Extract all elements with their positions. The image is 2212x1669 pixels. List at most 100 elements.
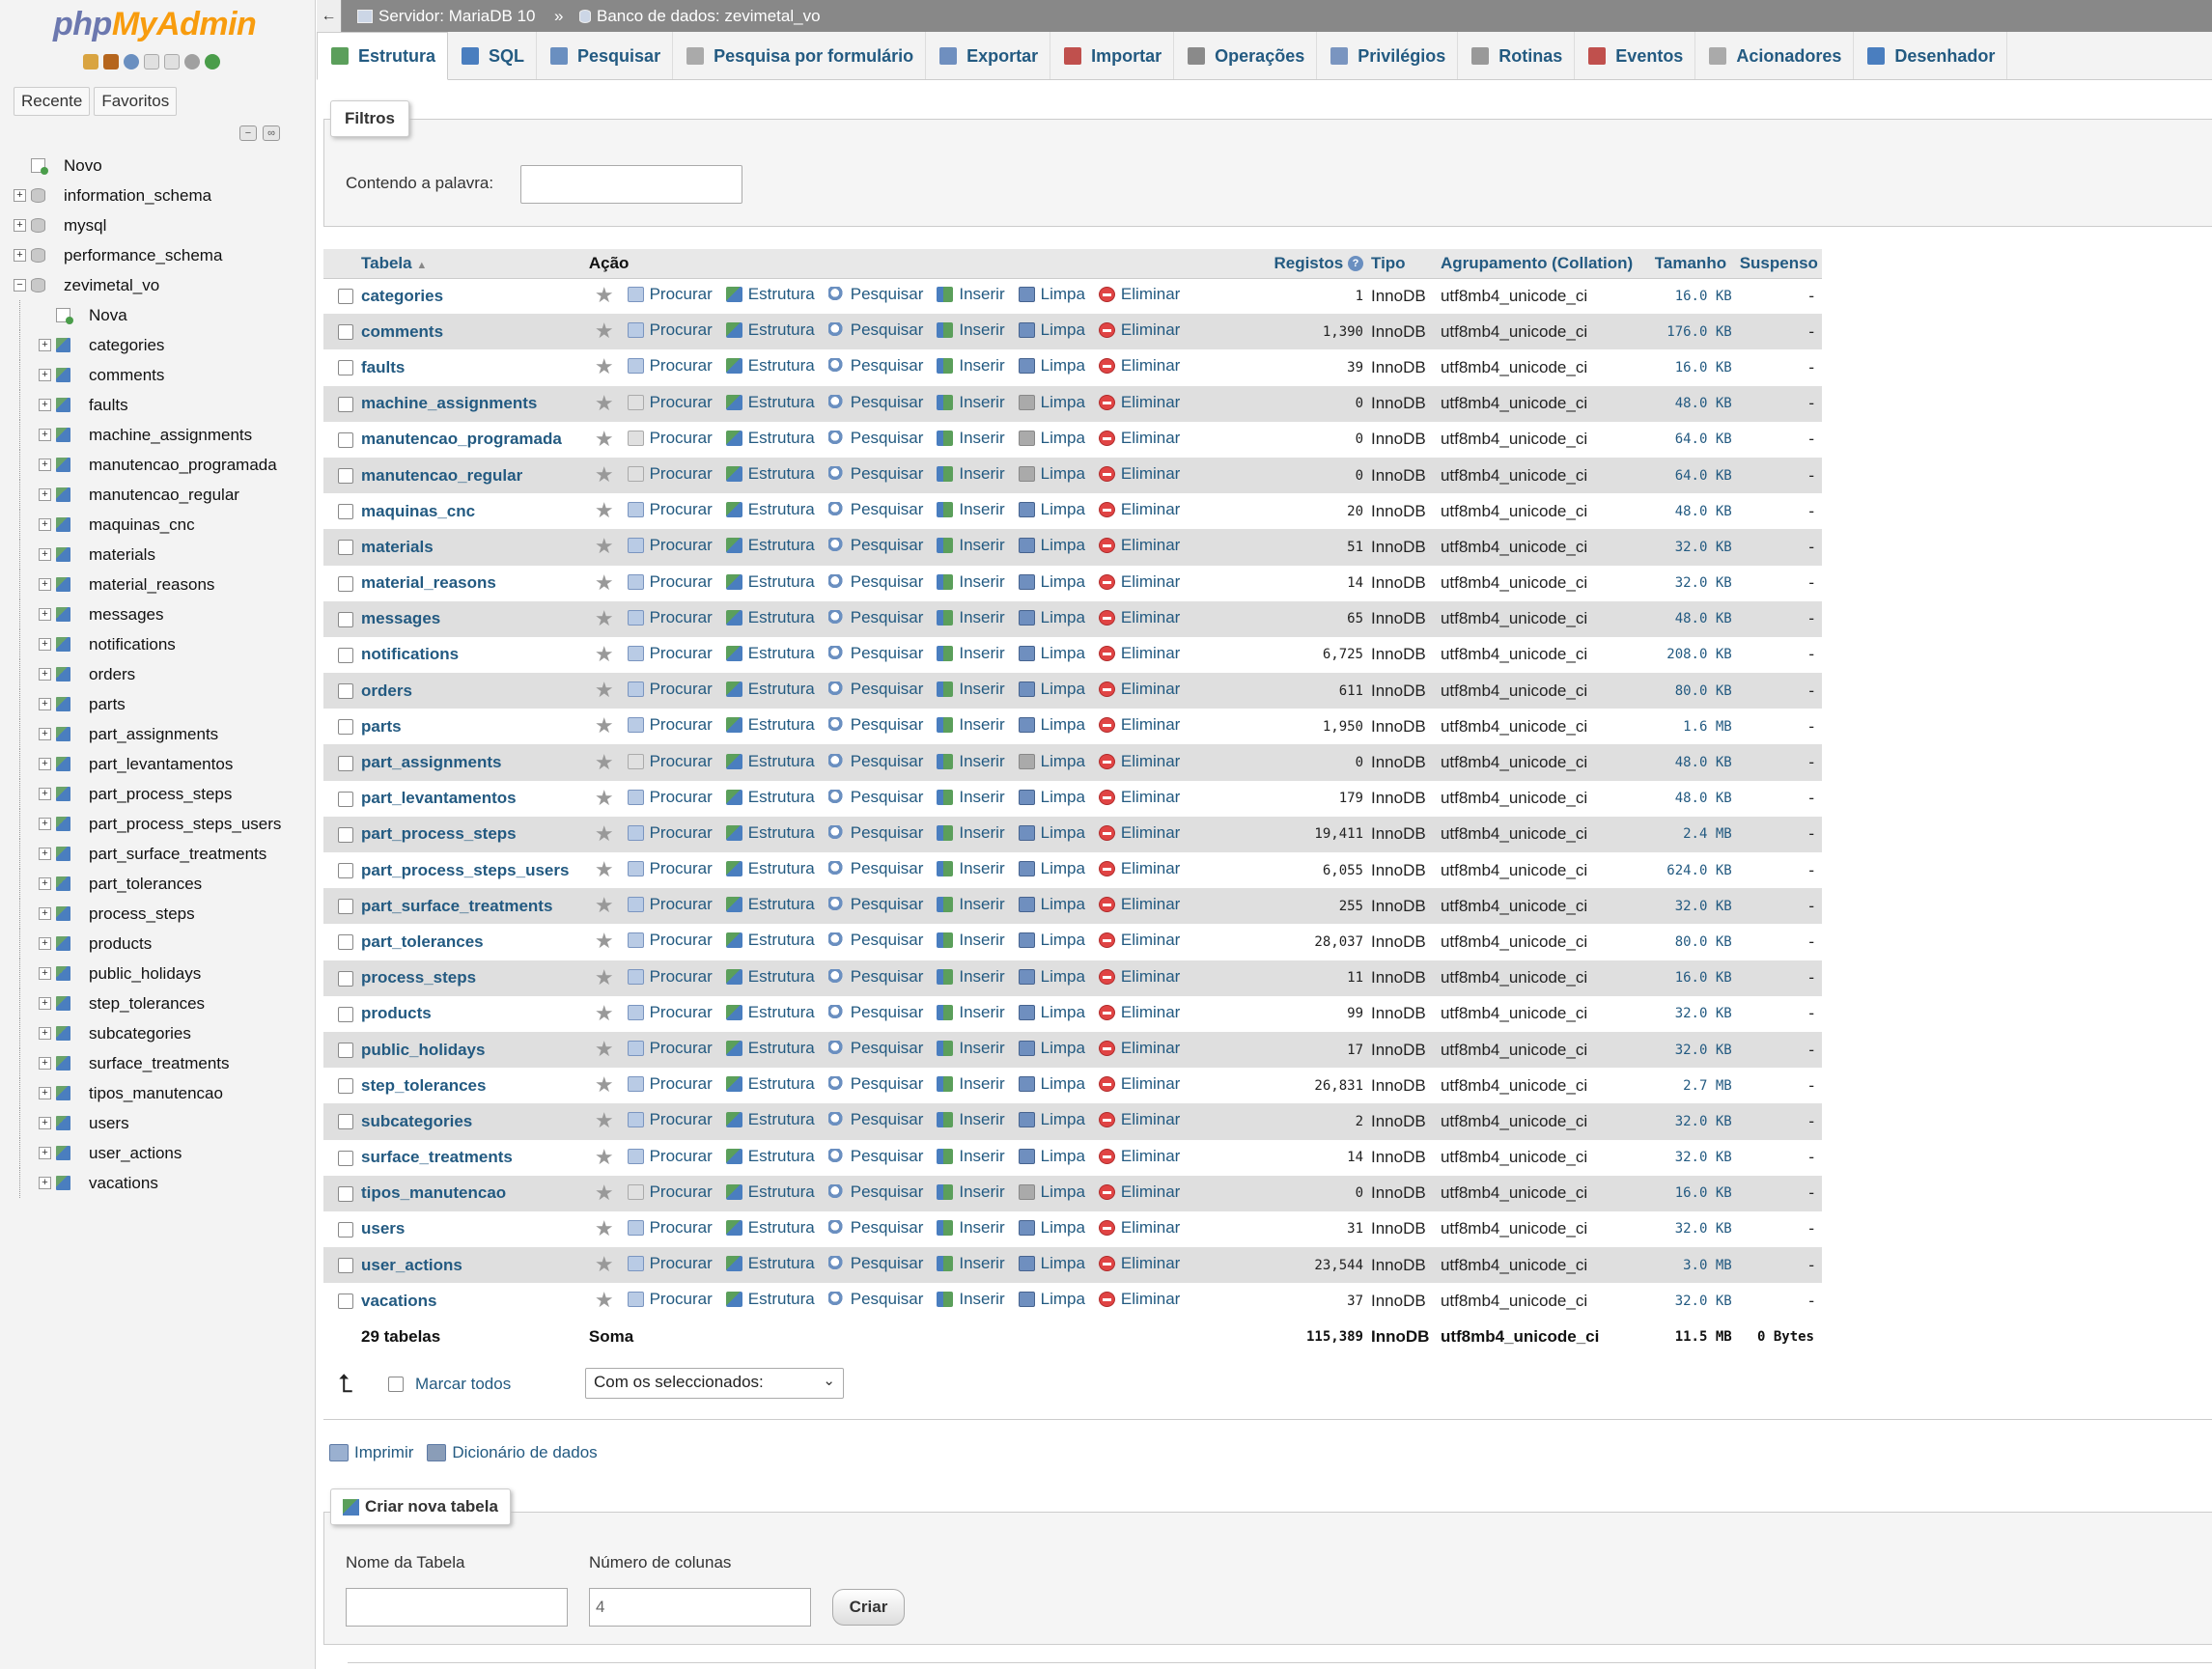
favorite-star[interactable]: ★ [595, 285, 614, 306]
table-size-link[interactable]: 176.0 KB [1666, 324, 1731, 340]
expand-icon[interactable]: + [39, 668, 51, 681]
tree-item[interactable]: + manutencao_programada [0, 450, 315, 480]
search-link[interactable]: Pesquisar [827, 500, 923, 519]
row-checkbox[interactable] [338, 468, 353, 485]
insert-link[interactable]: Inserir [937, 1147, 1005, 1166]
expand-icon[interactable]: + [39, 459, 51, 471]
tab-privileges[interactable]: Privilégios [1317, 32, 1459, 79]
empty-link[interactable]: Limpa [1018, 1074, 1085, 1094]
tree-item-label[interactable]: part_surface_treatments [89, 839, 266, 869]
tree-item-label[interactable]: vacations [89, 1168, 158, 1198]
expand-icon[interactable]: + [39, 608, 51, 621]
structure-link[interactable]: Estrutura [725, 464, 815, 484]
home-icon[interactable] [83, 54, 98, 70]
drop-link[interactable]: Eliminar [1098, 1039, 1180, 1058]
row-checkbox[interactable] [338, 1258, 353, 1274]
empty-link[interactable]: Limpa [1018, 1254, 1085, 1273]
help-icon[interactable]: ? [1348, 256, 1363, 272]
favorite-star[interactable]: ★ [595, 464, 614, 486]
expand-icon[interactable]: + [39, 1147, 51, 1159]
gear-icon[interactable] [184, 54, 200, 70]
reload-icon[interactable] [205, 54, 220, 70]
expand-icon[interactable]: + [39, 548, 51, 561]
help-icon[interactable] [124, 54, 139, 70]
table-size-link[interactable]: 32.0 KB [1675, 1293, 1732, 1309]
row-checkbox[interactable] [338, 1150, 353, 1166]
table-size-link[interactable]: 80.0 KB [1675, 683, 1732, 699]
drop-link[interactable]: Eliminar [1098, 1074, 1180, 1094]
tree-item-label[interactable]: process_steps [89, 899, 195, 929]
insert-link[interactable]: Inserir [937, 356, 1005, 376]
breadcrumb-server[interactable]: Servidor: MariaDB 10 [357, 0, 536, 32]
insert-link[interactable]: Inserir [937, 752, 1005, 771]
insert-link[interactable]: Inserir [937, 464, 1005, 484]
row-checkbox[interactable] [338, 1185, 353, 1202]
tree-item-label[interactable]: manutencao_programada [89, 450, 277, 480]
table-name-link[interactable]: part_tolerances [361, 932, 484, 951]
favorite-star[interactable]: ★ [595, 1254, 614, 1275]
structure-link[interactable]: Estrutura [725, 644, 815, 663]
search-link[interactable]: Pesquisar [827, 1182, 923, 1202]
tree-item-label[interactable]: users [89, 1108, 129, 1138]
table-size-link[interactable]: 32.0 KB [1675, 899, 1732, 914]
tree-item[interactable]: + vacations [0, 1168, 315, 1198]
with-selected-select[interactable]: Com os seleccionados: ⌄ [585, 1368, 844, 1399]
structure-link[interactable]: Estrutura [725, 320, 815, 340]
empty-link[interactable]: Limpa [1018, 429, 1085, 448]
insert-link[interactable]: Inserir [937, 285, 1005, 304]
tab-routines[interactable]: Rotinas [1458, 32, 1576, 79]
search-link[interactable]: Pesquisar [827, 1218, 923, 1238]
data-dictionary-link[interactable]: Dicionário de dados [427, 1443, 598, 1462]
expand-icon[interactable]: + [39, 788, 51, 800]
row-checkbox[interactable] [338, 396, 353, 412]
expand-icon[interactable]: + [39, 937, 51, 950]
tree-item-label[interactable]: messages [89, 599, 163, 629]
drop-link[interactable]: Eliminar [1098, 320, 1180, 340]
table-size-link[interactable]: 32.0 KB [1675, 575, 1732, 591]
expand-icon[interactable]: + [14, 189, 26, 202]
table-name-link[interactable]: messages [361, 609, 440, 627]
link-icon[interactable]: ∞ [263, 125, 280, 141]
browse-link[interactable]: Procurar [627, 788, 713, 807]
table-name-link[interactable]: products [361, 1004, 432, 1022]
row-checkbox[interactable] [338, 540, 353, 556]
row-checkbox[interactable] [338, 1221, 353, 1238]
empty-link[interactable]: Limpa [1018, 1110, 1085, 1129]
browse-link[interactable]: Procurar [627, 1074, 713, 1094]
structure-link[interactable]: Estrutura [725, 967, 815, 987]
expand-icon[interactable]: + [39, 369, 51, 381]
empty-link[interactable]: Limpa [1018, 572, 1085, 592]
tree-item[interactable]: + comments [0, 360, 315, 390]
search-link[interactable]: Pesquisar [827, 536, 923, 555]
search-link[interactable]: Pesquisar [827, 393, 923, 412]
drop-link[interactable]: Eliminar [1098, 1218, 1180, 1238]
structure-link[interactable]: Estrutura [725, 1290, 815, 1309]
browse-link[interactable]: Procurar [627, 1110, 713, 1129]
tree-item[interactable]: + step_tolerances [0, 988, 315, 1018]
search-link[interactable]: Pesquisar [827, 464, 923, 484]
browse-link[interactable]: Procurar [627, 680, 713, 699]
expand-icon[interactable]: + [39, 429, 51, 441]
tree-item[interactable]: + part_process_steps_users [0, 809, 315, 839]
filter-input[interactable] [520, 165, 742, 204]
tree-item[interactable]: + information_schema [0, 181, 315, 210]
tab-structure[interactable]: Estrutura [317, 32, 449, 80]
row-checkbox[interactable] [338, 863, 353, 879]
browse-link[interactable]: Procurar [627, 464, 713, 484]
favorite-star[interactable]: ★ [595, 1182, 614, 1203]
empty-link[interactable]: Limpa [1018, 644, 1085, 663]
tree-item[interactable]: + part_process_steps [0, 779, 315, 809]
empty-link[interactable]: Limpa [1018, 1290, 1085, 1309]
empty-link[interactable]: Limpa [1018, 500, 1085, 519]
favorite-star[interactable]: ★ [595, 1002, 614, 1023]
empty-link[interactable]: Limpa [1018, 823, 1085, 843]
tab-export[interactable]: Exportar [926, 32, 1051, 79]
table-size-link[interactable]: 16.0 KB [1675, 1185, 1732, 1201]
table-size-link[interactable]: 48.0 KB [1675, 611, 1732, 626]
empty-link[interactable]: Limpa [1018, 1218, 1085, 1238]
expand-icon[interactable]: + [39, 1057, 51, 1070]
tree-item[interactable]: + parts [0, 689, 315, 719]
search-link[interactable]: Pesquisar [827, 1074, 923, 1094]
drop-link[interactable]: Eliminar [1098, 680, 1180, 699]
favorite-star[interactable]: ★ [595, 392, 614, 413]
